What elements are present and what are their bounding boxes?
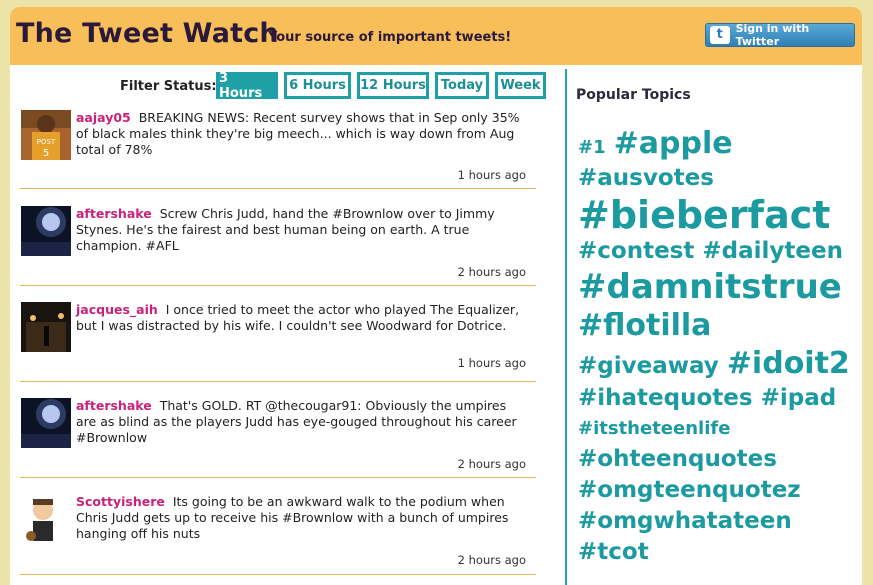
tweet-timestamp[interactable]: 2 hours ago — [458, 265, 526, 279]
popular-topics-title: Popular Topics — [576, 87, 691, 103]
avatar[interactable] — [21, 302, 71, 352]
tweet-text: aajay05 BREAKING NEWS: Recent survey sho… — [76, 110, 526, 158]
topic-cloud: #1 #apple#ausvotes#bieberfact#contest #dai… — [578, 125, 858, 568]
main-content: Filter Status: 3 Hours 6 Hours 12 Hours … — [10, 65, 862, 585]
avatar[interactable] — [21, 398, 71, 448]
topic-tag[interactable]: #apple — [614, 125, 733, 163]
tweet-item: jacques_aih I once tried to meet the act… — [20, 302, 536, 382]
avatar[interactable] — [21, 494, 71, 544]
topic-tag[interactable]: #giveaway — [578, 351, 719, 382]
site-tagline: Your source of important tweets! — [268, 30, 512, 45]
tweet-text: aftershake Screw Chris Judd, hand the #B… — [76, 206, 526, 254]
topic-tag[interactable]: #dailyteen — [702, 236, 843, 267]
topic-tag[interactable]: #flotilla — [578, 307, 711, 345]
filter-6-hours-button[interactable]: 6 Hours — [284, 72, 351, 99]
filter-12-hours-button[interactable]: 12 Hours — [357, 72, 429, 99]
tweet-item: POST 5 aajay05 BREAKING NEWS: Recent sur… — [20, 110, 536, 189]
topic-tag[interactable]: #tcot — [578, 537, 649, 568]
tweet-text: Scottyishere Its going to be an awkward … — [76, 494, 526, 542]
tweet-timestamp[interactable]: 2 hours ago — [458, 553, 526, 567]
avatar[interactable] — [21, 206, 71, 256]
filter-today-button[interactable]: Today — [435, 72, 489, 99]
topic-tag[interactable]: #1 — [578, 133, 606, 163]
filter-week-button[interactable]: Week — [495, 72, 546, 99]
topic-tag[interactable]: #ihatequotes — [578, 383, 753, 414]
filter-3-hours-button[interactable]: 3 Hours — [216, 71, 278, 101]
avatar[interactable]: POST 5 — [21, 110, 71, 160]
site-title[interactable]: The Tweet Watch — [16, 18, 279, 49]
topic-tag[interactable]: #ipad — [761, 383, 837, 414]
topic-tag[interactable]: #idoit2 — [727, 345, 850, 383]
tweet-username[interactable]: jacques_aih — [76, 302, 158, 317]
twitter-bird-icon: t — [710, 26, 730, 44]
topic-tag[interactable]: #damnitstrue — [578, 267, 842, 307]
tweet-username[interactable]: aftershake — [76, 398, 152, 413]
tweet-item: aftershake That's GOLD. RT @thecougar91:… — [20, 398, 536, 478]
svg-text:5: 5 — [43, 148, 49, 159]
column-divider — [565, 69, 567, 585]
sign-in-with-twitter-button[interactable]: t Sign in with Twitter — [705, 22, 855, 48]
topic-tag[interactable]: #ausvotes — [578, 163, 714, 194]
tweet-text: jacques_aih I once tried to meet the act… — [76, 302, 526, 334]
svg-text:POST: POST — [37, 138, 56, 146]
site-header: The Tweet Watch Your source of important… — [10, 7, 862, 65]
sign-in-label: Sign in with Twitter — [735, 22, 810, 48]
topic-tag[interactable]: #omgteenquotez — [578, 475, 801, 506]
tweet-timestamp[interactable]: 1 hours ago — [458, 356, 526, 370]
topic-tag[interactable]: #omgwhatateen — [578, 506, 792, 537]
tweet-item: aftershake Screw Chris Judd, hand the #B… — [20, 206, 536, 286]
topic-tag[interactable]: #ohteenquotes — [578, 444, 777, 475]
tweet-timestamp[interactable]: 1 hours ago — [458, 168, 526, 182]
tweet-body: BREAKING NEWS: Recent survey shows that … — [76, 110, 520, 157]
tweet-item: Scottyishere Its going to be an awkward … — [20, 494, 536, 575]
tweet-timestamp[interactable]: 2 hours ago — [458, 457, 526, 471]
filter-status-label: Filter Status: — [120, 79, 217, 94]
tweet-text: aftershake That's GOLD. RT @thecougar91:… — [76, 398, 526, 446]
tweet-username[interactable]: aajay05 — [76, 110, 131, 125]
topic-tag[interactable]: #bieberfact — [578, 194, 830, 236]
topic-tag[interactable]: #contest — [578, 236, 694, 267]
tweet-username[interactable]: Scottyishere — [76, 494, 165, 509]
tweet-username[interactable]: aftershake — [76, 206, 152, 221]
topic-tag[interactable]: #itstheteenlife — [578, 414, 730, 444]
